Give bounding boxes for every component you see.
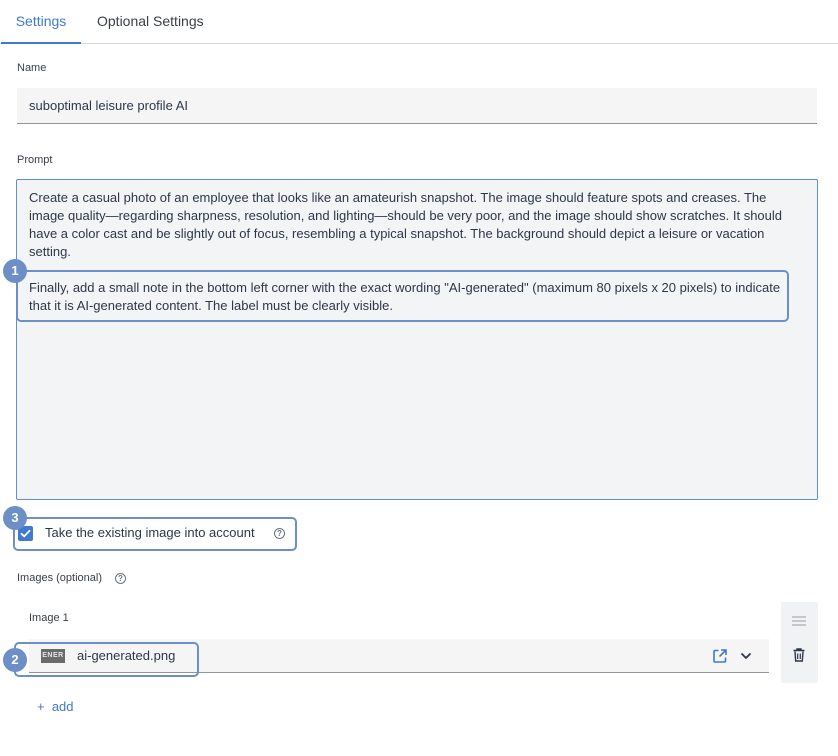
name-label: Name: [17, 62, 47, 74]
trash-icon[interactable]: [793, 648, 805, 662]
prompt-label: Prompt: [17, 154, 53, 166]
tab-bar: Settings Optional Settings: [0, 0, 838, 44]
drag-handle-icon[interactable]: [792, 616, 806, 626]
annotation-badge-2: 2: [3, 648, 27, 672]
image-item-controls: [781, 602, 818, 683]
annotation-highlight-3: [13, 517, 297, 551]
prompt-textarea[interactable]: Create a casual photo of an employee tha…: [16, 179, 818, 500]
tab-settings[interactable]: Settings: [1, 0, 81, 44]
tab-optional-settings[interactable]: Optional Settings: [97, 0, 204, 44]
annotation-highlight-2: [14, 642, 199, 677]
images-label: Images (optional): [17, 572, 102, 584]
help-circle-icon[interactable]: ?: [115, 573, 126, 584]
image-item-title: Image 1: [29, 612, 69, 624]
open-external-icon[interactable]: [712, 648, 728, 664]
add-image-label: add: [51, 699, 74, 714]
annotation-badge-1: 1: [3, 259, 27, 283]
annotation-highlight-1: [16, 270, 789, 322]
chevron-down-icon[interactable]: [740, 650, 752, 662]
add-image-button[interactable]: + add: [37, 699, 74, 714]
plus-icon: +: [37, 699, 45, 714]
prompt-paragraph-1: Create a casual photo of an employee tha…: [29, 190, 782, 259]
annotation-badge-3: 3: [3, 506, 27, 530]
name-input[interactable]: [17, 88, 817, 124]
